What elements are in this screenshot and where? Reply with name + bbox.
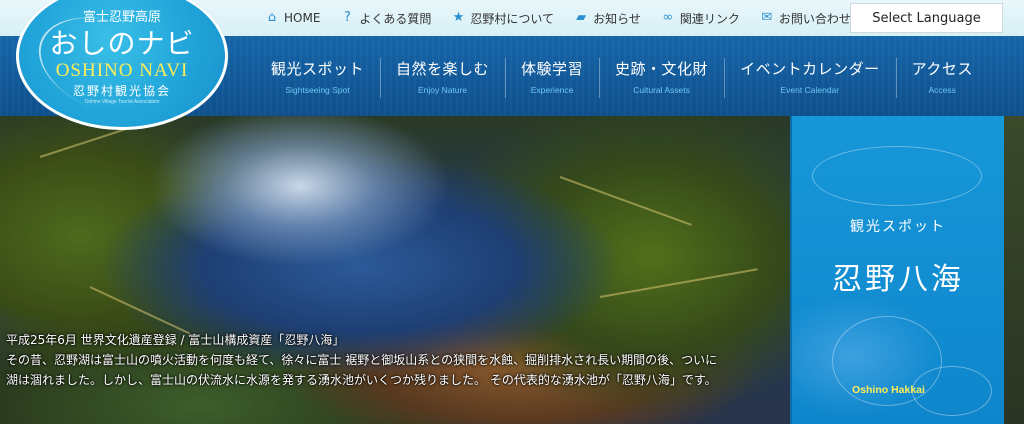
nav-label: 自然を楽しむ (396, 59, 490, 78)
nav-label: 観光スポット (271, 59, 365, 78)
topnav-label: お知らせ (593, 11, 641, 26)
nav-label: 史跡・文化財 (615, 59, 709, 78)
nav-sublabel: Cultural Assets (633, 84, 690, 95)
hero-caption-line: 湖は涸れました。しかし、富士山の伏流水に水源を発する湧水池がいくつか残りました。… (6, 373, 717, 387)
topnav-label: お問い合わせ (778, 11, 851, 26)
mail-icon: ✉ (761, 10, 773, 25)
hero-caption-line: 平成25年6月 世界文化遺産登録 / 富士山構成資産「忍野八海」 (6, 333, 345, 347)
logo-title: おしのナビ (49, 27, 195, 60)
nav-sublabel: Event Calendar (780, 84, 840, 95)
link-icon: ∞ (662, 10, 674, 25)
nav-label: イベントカレンダー (740, 59, 880, 78)
panel-english-title: Oshino Hakkai (852, 384, 925, 396)
nav-sightseeing[interactable]: 観光スポット Sightseeing Spot (255, 36, 380, 116)
select-language-button[interactable]: Select Language (850, 3, 1003, 33)
nav-label: アクセス (911, 59, 973, 78)
nav-cultural-assets[interactable]: 史跡・文化財 Cultural Assets (599, 36, 724, 116)
nav-sublabel: Experience (530, 84, 574, 95)
hero-caption: 平成25年6月 世界文化遺産登録 / 富士山構成資産「忍野八海」 その昔、忍野湖… (6, 330, 766, 390)
nav-experience[interactable]: 体験学習 Experience (505, 36, 599, 116)
topnav-label: 忍野村について (470, 11, 555, 26)
nav-sublabel: Enjoy Nature (417, 84, 468, 95)
nav-sublabel: Access (928, 84, 956, 95)
logo-organization: 忍野村観光協会 (72, 84, 171, 98)
topnav-about[interactable]: ★ 忍野村について (451, 10, 554, 27)
topnav-label: よくある質問 (359, 11, 432, 26)
hero-image: 平成25年6月 世界文化遺産登録 / 富士山構成資産「忍野八海」 その昔、忍野湖… (0, 116, 790, 424)
topnav-news[interactable]: ▰ お知らせ (574, 10, 641, 27)
nav-enjoy-nature[interactable]: 自然を楽しむ Enjoy Nature (380, 36, 505, 116)
ripple-decoration (812, 146, 982, 206)
topnav-label: HOME (284, 11, 321, 25)
reed-decoration (559, 176, 692, 226)
reed-decoration (89, 286, 191, 335)
main-navigation: 観光スポット Sightseeing Spot 自然を楽しむ Enjoy Nat… (255, 36, 989, 116)
reed-decoration (599, 268, 758, 298)
chat-icon: ▰ (576, 10, 587, 25)
hero-image-edge (1004, 116, 1024, 424)
top-navigation: ⌂ HOME ? よくある質問 ★ 忍野村について ▰ お知らせ ∞ 関連リンク… (265, 0, 871, 36)
topnav-home[interactable]: ⌂ HOME (265, 10, 321, 26)
home-icon: ⌂ (267, 10, 277, 25)
topnav-label: 関連リンク (679, 11, 740, 26)
panel-subtitle: 観光スポット (850, 219, 946, 235)
nav-sublabel: Sightseeing Spot (285, 84, 350, 95)
topnav-contact[interactable]: ✉ お問い合わせ (760, 10, 851, 27)
logo-organization-english: Oshino Village Tourist Association (84, 99, 160, 105)
panel-title: 忍野八海 (832, 262, 964, 297)
feature-panel[interactable]: 観光スポット 忍野八海 Oshino Hakkai (790, 116, 1004, 424)
logo-english-title: OSHINO NAVI (55, 60, 189, 81)
star-icon: ★ (452, 10, 465, 25)
topnav-links[interactable]: ∞ 関連リンク (661, 10, 740, 27)
hero-caption-line: その昔、忍野湖は富士山の噴火活動を何度も経て、徐々に富士 裾野と御坂山系との狭間… (6, 353, 718, 367)
nav-label: 体験学習 (521, 59, 584, 78)
question-icon: ? (343, 10, 351, 25)
nav-event-calendar[interactable]: イベントカレンダー Event Calendar (724, 36, 896, 116)
topnav-faq[interactable]: ? よくある質問 (340, 10, 431, 27)
nav-access[interactable]: アクセス Access (895, 36, 989, 116)
